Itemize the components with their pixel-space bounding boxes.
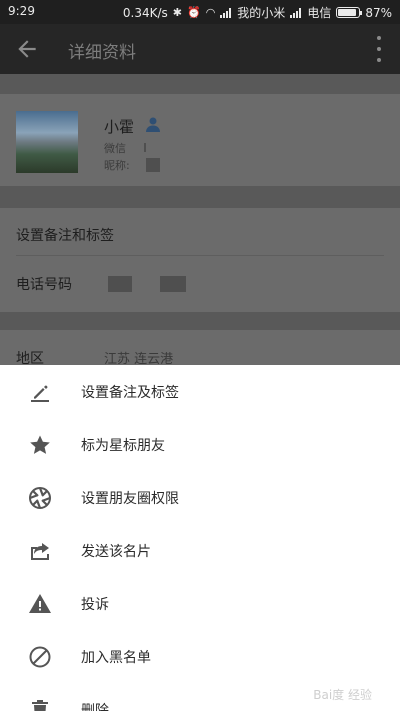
star-icon bbox=[30, 435, 50, 454]
phone-blur-2 bbox=[160, 276, 186, 292]
status-time: 9:29 bbox=[8, 4, 35, 18]
wechat-id-blur bbox=[144, 143, 146, 152]
status-bar: 9:29 0.34K/s ✱ ⏰ ◠ 我的小米 电信 87% bbox=[0, 0, 400, 24]
bluetooth-icon: ✱ bbox=[172, 6, 182, 19]
menu-item-label: 设置备注及标签 bbox=[81, 385, 179, 401]
menu-item-star-friend[interactable]: 标为星标朋友 bbox=[0, 418, 400, 471]
warning-icon bbox=[29, 594, 51, 613]
avatar[interactable] bbox=[16, 111, 78, 173]
more-menu-icon[interactable] bbox=[376, 36, 382, 62]
menu-item-label: 标为星标朋友 bbox=[81, 438, 165, 454]
page-title: 详细资料 bbox=[68, 43, 136, 63]
block-icon bbox=[29, 646, 51, 668]
battery-icon bbox=[336, 7, 363, 18]
signal-icon bbox=[220, 7, 232, 18]
alarm-icon: ⏰ bbox=[186, 6, 201, 19]
person-icon bbox=[146, 117, 160, 132]
carrier-1: 我的小米 bbox=[237, 6, 286, 20]
menu-item-moments-permission[interactable]: 设置朋友圈权限 bbox=[0, 471, 400, 524]
action-sheet: 设置备注及标签 标为星标朋友 设置朋友圈权限 发送该名片 投诉 加入黑名单 删除… bbox=[0, 365, 400, 711]
network-speed: 0.34K/s bbox=[122, 5, 168, 20]
menu-item-label: 投诉 bbox=[81, 597, 109, 613]
phone-label: 电话号码 bbox=[16, 277, 72, 293]
carrier-2: 电信 bbox=[307, 6, 332, 20]
wifi-icon: ◠ bbox=[205, 6, 216, 19]
watermark: Bai度 经验 bbox=[313, 688, 372, 702]
menu-item-send-card[interactable]: 发送该名片 bbox=[0, 524, 400, 577]
menu-item-label: 删除 bbox=[81, 703, 109, 711]
profile-card: 小霍 微信 昵称: bbox=[0, 94, 400, 186]
toolbar: 详细资料 bbox=[0, 24, 400, 74]
pencil-icon bbox=[31, 385, 49, 402]
menu-item-blacklist[interactable]: 加入黑名单 bbox=[0, 630, 400, 683]
remark-row[interactable]: 设置备注和标签 bbox=[0, 208, 400, 256]
menu-item-label: 加入黑名单 bbox=[81, 650, 151, 666]
back-arrow-icon[interactable] bbox=[14, 36, 40, 62]
phone-row[interactable]: 电话号码 bbox=[0, 256, 400, 312]
phone-blur-1 bbox=[108, 276, 132, 292]
aperture-icon bbox=[29, 487, 51, 509]
profile-name: 小霍 bbox=[104, 118, 135, 136]
remark-label: 设置备注和标签 bbox=[16, 228, 114, 244]
menu-item-label: 设置朋友圈权限 bbox=[81, 491, 179, 507]
status-right: 0.34K/s ✱ ⏰ ◠ 我的小米 电信 87% bbox=[123, 4, 392, 21]
region-row: 地区 江苏 连云港 bbox=[0, 330, 400, 365]
menu-item-report[interactable]: 投诉 bbox=[0, 577, 400, 630]
nickname: 昵称: bbox=[104, 159, 130, 172]
signal-icon-2 bbox=[290, 7, 302, 18]
region-label: 地区 bbox=[16, 351, 44, 365]
wechat-id: 微信 bbox=[104, 142, 126, 155]
nickname-blur bbox=[146, 158, 160, 172]
trash-icon bbox=[32, 700, 48, 711]
menu-item-label: 发送该名片 bbox=[81, 544, 151, 560]
region-value: 江苏 连云港 bbox=[104, 352, 174, 365]
share-icon bbox=[31, 543, 49, 560]
menu-item-set-remark[interactable]: 设置备注及标签 bbox=[0, 365, 400, 418]
battery-percent: 87% bbox=[365, 5, 392, 20]
profile-content: 小霍 微信 昵称: 设置备注和标签 电话号码 地区 江苏 连云港 bbox=[0, 74, 400, 365]
